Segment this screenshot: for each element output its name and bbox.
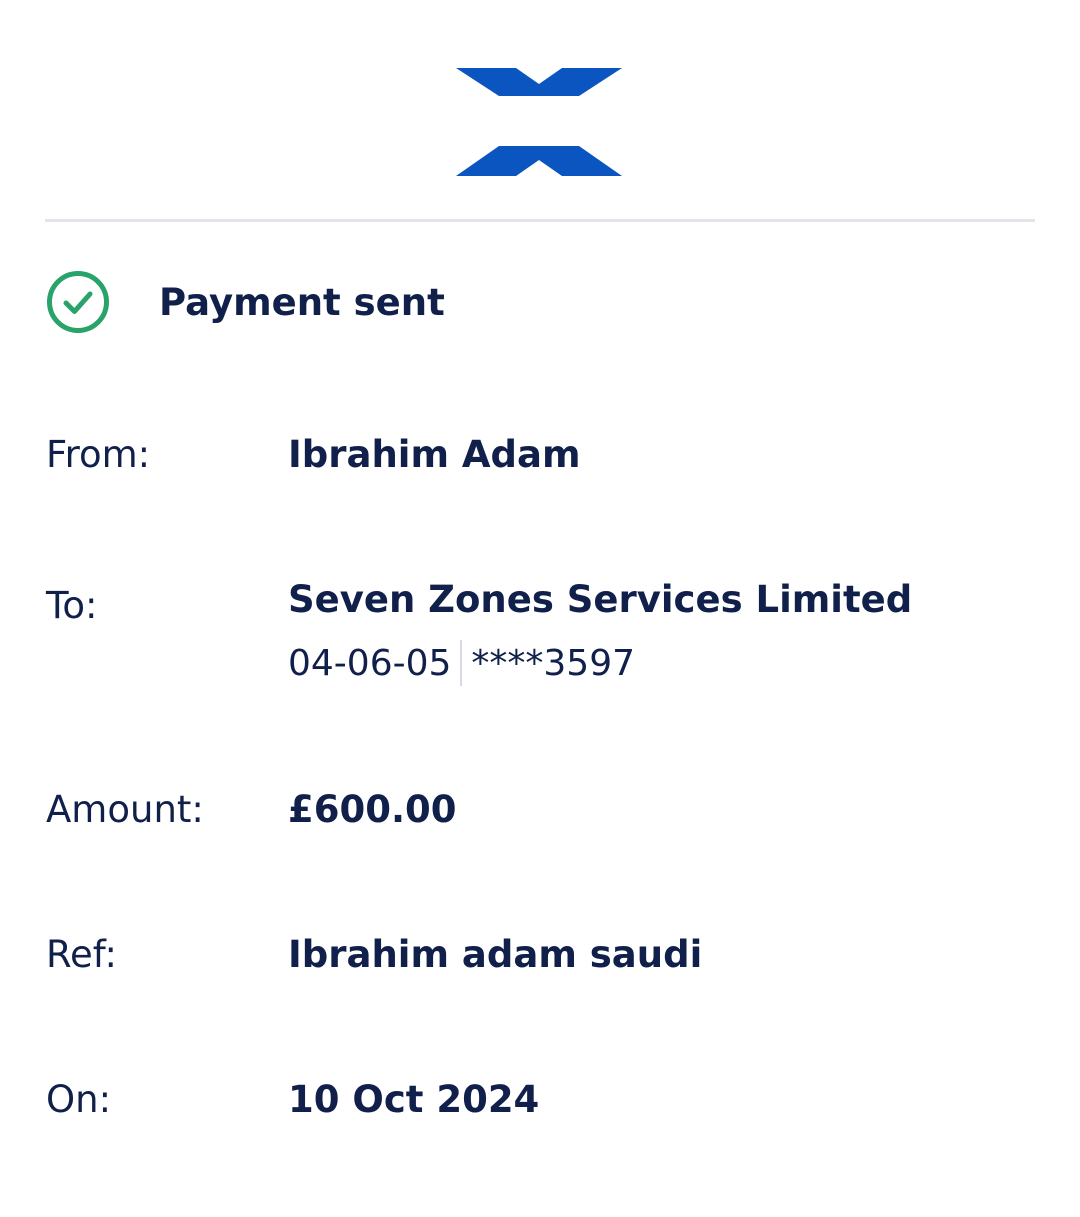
amount-label: Amount: bbox=[46, 788, 204, 831]
amount-value: £600.00 bbox=[288, 788, 457, 831]
payee-account: 04-06-05 ****3597 bbox=[288, 640, 635, 686]
sort-code: 04-06-05 bbox=[288, 642, 452, 684]
from-value: Ibrahim Adam bbox=[288, 433, 581, 476]
date-value: 10 Oct 2024 bbox=[288, 1078, 540, 1121]
account-separator bbox=[460, 640, 463, 686]
status-text: Payment sent bbox=[159, 280, 445, 324]
account-number: ****3597 bbox=[471, 642, 636, 684]
payment-status: Payment sent bbox=[46, 270, 445, 334]
ref-label: Ref: bbox=[46, 933, 117, 976]
halifax-logo-mark bbox=[454, 68, 624, 176]
to-label: To: bbox=[46, 584, 98, 627]
check-circle-icon bbox=[47, 271, 109, 333]
halifax-logo bbox=[454, 66, 624, 178]
from-label: From: bbox=[46, 433, 151, 476]
date-label: On: bbox=[46, 1078, 112, 1121]
ref-value: Ibrahim adam saudi bbox=[288, 933, 703, 976]
to-value: Seven Zones Services Limited bbox=[288, 578, 913, 621]
header-divider bbox=[45, 219, 1035, 222]
